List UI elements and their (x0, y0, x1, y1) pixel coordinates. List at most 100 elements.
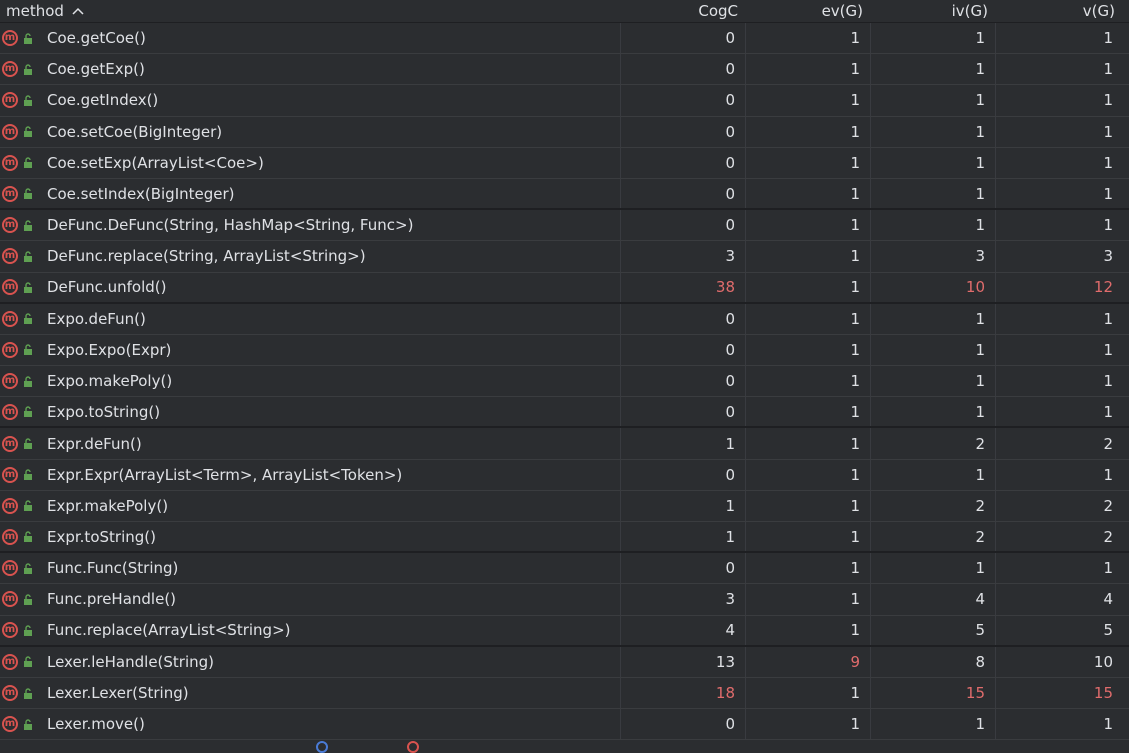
public-lock-icon (22, 157, 34, 169)
table-row[interactable]: m Lexer.Lexer(String) 18 1 15 15 (0, 677, 1129, 710)
table-row[interactable]: m Expo.Expo(Expr) 0 1 1 1 (0, 334, 1129, 367)
method-name: Coe.getCoe() (47, 29, 146, 48)
evg-cell: 1 (745, 522, 870, 552)
method-cell: m Lexer.Lexer(String) (0, 678, 620, 708)
method-cell: m DeFunc.DeFunc(String, HashMap<String, F… (0, 210, 620, 240)
method-icon: m (2, 403, 18, 420)
red-status-icon (407, 741, 419, 753)
evg-cell: 1 (745, 116, 870, 147)
method-name: Expo.Expo(Expr) (47, 340, 172, 359)
column-header-vg[interactable]: v(G) (995, 2, 1129, 20)
method-name: Lexer.Lexer(String) (47, 684, 189, 703)
public-lock-icon (22, 562, 34, 574)
column-header-evg[interactable]: ev(G) (745, 2, 870, 20)
method-cell: m Coe.setCoe(BigInteger) (0, 117, 620, 147)
method-cell: m Expo.deFun() (0, 304, 620, 334)
table-row[interactable]: m Func.replace(ArrayList<String>) 4 1 5 5 (0, 615, 1129, 647)
public-lock-icon (22, 250, 34, 262)
method-icon: m (2, 185, 18, 202)
public-lock-icon (22, 656, 34, 668)
table-row[interactable]: m Coe.getExp() 0 1 1 1 (0, 54, 1129, 86)
method-name: DeFunc.DeFunc(String, HashMap<String, Fu… (47, 216, 414, 235)
cogc-cell: 38 (620, 272, 745, 302)
ivg-cell: 3 (870, 241, 995, 272)
vg-cell: 2 (995, 490, 1129, 521)
ivg-cell: 2 (870, 428, 995, 459)
method-icon: m (2, 716, 18, 733)
ivg-cell: 1 (870, 334, 995, 366)
ivg-cell: 1 (870, 553, 995, 584)
public-lock-icon (22, 94, 34, 106)
table-row[interactable]: m DeFunc.unfold() 38 1 10 12 (0, 272, 1129, 304)
method-name: Expo.toString() (47, 402, 161, 421)
public-lock-icon (22, 32, 34, 44)
public-lock-icon (22, 687, 34, 699)
evg-cell: 1 (745, 334, 870, 366)
table-row[interactable]: m Expo.toString() 0 1 1 1 (0, 397, 1129, 429)
ivg-cell: 15 (870, 677, 995, 709)
table-row[interactable]: m Expo.makePoly() 0 1 1 1 (0, 366, 1129, 398)
method-icon: m (2, 528, 18, 545)
method-name: Expr.toString() (47, 527, 156, 546)
method-icon: m (2, 466, 18, 483)
public-lock-icon (22, 63, 34, 75)
method-cell: m Coe.setIndex(BigInteger) (0, 179, 620, 208)
column-header-ivg[interactable]: iv(G) (870, 2, 995, 20)
evg-cell: 1 (745, 615, 870, 645)
cogc-cell: 1 (620, 428, 745, 459)
ivg-cell: 4 (870, 584, 995, 615)
table-row[interactable]: m Lexer.leHandle(String) 13 9 8 10 (0, 646, 1129, 678)
column-header-cogc[interactable]: CogC (620, 2, 745, 20)
ivg-cell: 1 (870, 54, 995, 85)
method-icon: m (2, 435, 18, 452)
cogc-cell: 0 (620, 54, 745, 85)
ivg-cell: 1 (870, 210, 995, 241)
vg-cell: 1 (995, 85, 1129, 116)
table-row[interactable]: m Coe.setCoe(BigInteger) 0 1 1 1 (0, 116, 1129, 148)
method-name: Func.replace(ArrayList<String>) (47, 621, 291, 640)
ivg-cell: 1 (870, 85, 995, 116)
evg-cell: 1 (745, 397, 870, 427)
vg-cell: 1 (995, 334, 1129, 366)
cogc-cell: 1 (620, 490, 745, 521)
method-name: Coe.getExp() (47, 60, 145, 79)
column-header-method[interactable]: method (0, 2, 620, 20)
table-row[interactable]: m Lexer.move() 0 1 1 1 (0, 709, 1129, 741)
vg-cell: 1 (995, 23, 1129, 54)
vg-cell: 1 (995, 709, 1129, 740)
table-row[interactable]: m Expr.Expr(ArrayList<Term>, ArrayList<To… (0, 459, 1129, 491)
table-row[interactable]: m Expr.toString() 1 1 2 2 (0, 522, 1129, 554)
table-row[interactable]: m Coe.setExp(ArrayList<Coe>) 0 1 1 1 (0, 147, 1129, 179)
public-lock-icon (22, 438, 34, 450)
cogc-cell: 0 (620, 459, 745, 490)
table-row[interactable]: m Coe.getCoe() 0 1 1 1 (0, 23, 1129, 55)
method-cell: m Expo.makePoly() (0, 366, 620, 396)
method-icon: m (2, 560, 18, 577)
table-row[interactable]: m Func.preHandle() 3 1 4 4 (0, 584, 1129, 616)
method-icon: m (2, 61, 18, 78)
method-cell: m Expr.Expr(ArrayList<Term>, ArrayList<To… (0, 460, 620, 490)
chevron-up-icon[interactable] (72, 4, 84, 18)
evg-cell: 1 (745, 303, 870, 334)
cogc-cell: 0 (620, 334, 745, 366)
table-row[interactable]: m Coe.getIndex() 0 1 1 1 (0, 85, 1129, 117)
vg-cell: 1 (995, 210, 1129, 241)
ivg-cell: 1 (870, 178, 995, 209)
table-row[interactable]: m Coe.setIndex(BigInteger) 0 1 1 1 (0, 178, 1129, 211)
public-lock-icon (22, 188, 34, 200)
cogc-cell: 3 (620, 584, 745, 615)
evg-cell: 1 (745, 147, 870, 178)
evg-cell: 1 (745, 490, 870, 521)
table-row[interactable]: m DeFunc.DeFunc(String, HashMap<String, F… (0, 210, 1129, 242)
evg-cell: 1 (745, 459, 870, 490)
vg-cell: 2 (995, 522, 1129, 552)
table-row[interactable]: m Expr.makePoly() 1 1 2 2 (0, 490, 1129, 522)
table-row[interactable]: m Expo.deFun() 0 1 1 1 (0, 303, 1129, 335)
method-cell: m DeFunc.unfold() (0, 273, 620, 302)
table-row[interactable]: m Func.Func(String) 0 1 1 1 (0, 553, 1129, 585)
table-row[interactable]: m DeFunc.replace(String, ArrayList<String… (0, 241, 1129, 273)
table-row[interactable]: m Expr.deFun() 1 1 2 2 (0, 428, 1129, 460)
method-icon: m (2, 341, 18, 358)
public-lock-icon (22, 344, 34, 356)
ivg-cell: 1 (870, 366, 995, 397)
